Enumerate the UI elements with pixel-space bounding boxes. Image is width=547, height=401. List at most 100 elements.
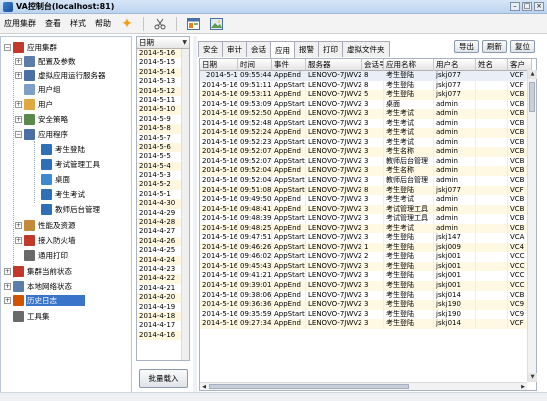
column-header[interactable]: 日期 — [200, 59, 238, 71]
table-row[interactable]: 2014-5-1609:27:34AppEndLENOVO-7JWVZV13考生… — [200, 319, 532, 329]
table-row[interactable]: 2014-5-1609:46:26AppStartLENOVO-7JWVZV11… — [200, 242, 532, 253]
tree-node-toolbox[interactable]: 工具集 — [13, 310, 51, 323]
refresh-button[interactable]: 刷新 — [482, 40, 507, 53]
column-header[interactable]: 会话号 — [362, 59, 384, 71]
scroll-left-icon[interactable]: ◀ — [200, 383, 208, 391]
table-row[interactable]: 2014-5-1609:35:59AppStartLENOVO-7JWVZV13… — [200, 309, 532, 320]
menu-item-cluster[interactable]: 应用集群 — [4, 18, 36, 29]
date-list-scrollbar[interactable] — [181, 49, 189, 360]
table-row[interactable]: 2014-5-1609:52:48AppStartLENOVO-7JWVZV13… — [200, 118, 532, 129]
tab-2[interactable]: 会话 — [246, 41, 271, 57]
window-icon[interactable] — [186, 17, 200, 31]
table-row[interactable]: 2014-5-1609:52:07AppStartLENOVO-7JWVZV13… — [200, 156, 532, 167]
table-row[interactable]: 2014-5-1609:52:04AppStartLENOVO-7JWVZV13… — [200, 176, 532, 186]
tree-node-firewall[interactable]: + 接入防火墙 — [15, 234, 77, 247]
reset-button[interactable]: 复位 — [510, 40, 535, 53]
table-row[interactable]: 2014-5-1609:55:44AppEndLENOVO-7JWVZV18考生… — [200, 71, 532, 81]
tab-5[interactable]: 打印 — [318, 41, 343, 57]
tree-node-cluster-status[interactable]: + 集群当前状态 — [4, 265, 73, 278]
table-row[interactable]: 2014-5-1609:53:11AppEndLENOVO-7JWVZV15考生… — [200, 90, 532, 100]
scroll-up-icon[interactable]: ▲ — [528, 70, 537, 79]
export-button[interactable]: 导出 — [454, 40, 479, 53]
tree-node-app-exam[interactable]: 考生考试 — [41, 188, 86, 201]
cut-icon[interactable] — [153, 17, 167, 31]
table-row[interactable]: 2014-5-1609:52:24AppEndLENOVO-7JWVZV13考生… — [200, 128, 532, 138]
close-button[interactable]: × — [534, 2, 544, 11]
table-row[interactable]: 2014-5-1609:52:23AppStartLENOVO-7JWVZV13… — [200, 137, 532, 148]
table-horizontal-scrollbar[interactable]: ◀ ▶ — [200, 382, 527, 390]
table-row[interactable]: 2014-5-1609:38:06AppEndLENOVO-7JWVZV13考生… — [200, 290, 532, 301]
table-row[interactable]: 2014-5-1609:52:04AppEndLENOVO-7JWVZV13考生… — [200, 166, 532, 177]
table-cell: 3 — [362, 309, 384, 320]
table-row[interactable]: 2014-5-1609:41:21AppStartLENOVO-7JWVZV13… — [200, 271, 532, 282]
expand-icon[interactable]: + — [15, 101, 22, 108]
tree-node-app-login[interactable]: 考生登陆 — [41, 143, 86, 156]
tab-1[interactable]: 审计 — [222, 41, 247, 57]
tab-3[interactable]: 应用 — [270, 41, 295, 58]
table-row[interactable]: 2014-5-1609:47:51AppStartLENOVO-7JWVZV13… — [200, 233, 532, 243]
tree-node-users[interactable]: + 用户 — [15, 98, 54, 111]
table-vertical-scrollbar[interactable]: ▲ ▼ — [527, 70, 537, 382]
menu-item-help[interactable]: 帮助 — [95, 18, 111, 29]
tree-node-security[interactable]: + 安全策略 — [15, 113, 69, 126]
expand-icon[interactable]: + — [15, 222, 22, 229]
tree-node-servers[interactable]: + 虚拟应用运行服务器 — [15, 69, 107, 82]
tree-node-applications[interactable]: − 应用程序 — [15, 128, 69, 141]
tree-node-printing[interactable]: 通用打印 — [24, 249, 69, 262]
tab-0[interactable]: 安全 — [198, 41, 223, 57]
expand-icon[interactable]: + — [15, 237, 22, 244]
tree-node-app-tool[interactable]: 考试管理工具 — [41, 158, 101, 171]
panel-splitter[interactable] — [193, 36, 197, 401]
collapse-icon[interactable]: − — [4, 44, 11, 51]
table-row[interactable]: 2014-5-1609:48:39AppStartLENOVO-7JWVZV13… — [200, 214, 532, 224]
tree-node-performance[interactable]: + 性能及资源 — [15, 219, 77, 232]
expand-icon[interactable]: + — [15, 58, 22, 65]
tree-node-network-status[interactable]: + 本地网络状态 — [4, 280, 73, 293]
table-row[interactable]: 2014-5-1609:52:50AppEndLENOVO-7JWVZV13考生… — [200, 109, 532, 119]
expand-icon[interactable]: + — [4, 283, 11, 290]
column-header[interactable]: 应用名称 — [384, 59, 434, 71]
table-row[interactable]: 2014-5-1609:53:09AppStartLENOVO-7JWVZV13… — [200, 99, 532, 110]
collapse-icon[interactable]: − — [15, 131, 22, 138]
tree-node-user-groups[interactable]: 用户组 — [24, 83, 62, 96]
image-icon[interactable] — [209, 17, 223, 31]
column-header[interactable]: 服务器 — [306, 59, 362, 71]
star-icon[interactable]: ✦ — [120, 17, 134, 31]
table-row[interactable]: 2014-5-1609:48:25AppEndLENOVO-7JWVZV13考生… — [200, 223, 532, 234]
tree-node-desktop[interactable]: 桌面 — [41, 173, 71, 186]
column-header[interactable]: 事件 — [272, 59, 306, 71]
scroll-down-icon[interactable]: ▼ — [528, 373, 537, 382]
tree-node-app-teacher[interactable]: 教师后台管理 — [41, 203, 101, 216]
menu-item-view[interactable]: 查看 — [45, 18, 61, 29]
column-header[interactable]: 时间 — [238, 59, 272, 71]
tree-node-config[interactable]: + 配置及参数 — [15, 55, 77, 68]
column-header[interactable]: 用户名 — [434, 59, 476, 71]
date-list-header[interactable]: 日期 ▼ — [137, 37, 189, 49]
scroll-thumb[interactable] — [209, 384, 409, 389]
table-row[interactable]: 2014-5-1609:51:11AppStartLENOVO-7JWVZV18… — [200, 80, 532, 91]
table-row[interactable]: 2014-5-1609:39:01AppEndLENOVO-7JWVZV13考生… — [200, 281, 532, 291]
scroll-right-icon[interactable]: ▶ — [519, 383, 527, 391]
minimize-button[interactable]: – — [510, 2, 520, 11]
batch-load-button[interactable]: 批量载入 — [139, 369, 188, 388]
expand-icon[interactable]: + — [4, 297, 11, 304]
tree-node-cluster[interactable]: − 应用集群 — [4, 41, 58, 54]
table-cell: LENOVO-7JWVZV1 — [308, 166, 362, 177]
expand-icon[interactable]: + — [15, 72, 22, 79]
table-row[interactable]: 2014-5-1609:36:36AppEndLENOVO-7JWVZV13考生… — [200, 300, 532, 310]
table-row[interactable]: 2014-5-1609:49:50AppEndLENOVO-7JWVZV13考生… — [200, 195, 532, 205]
tab-6[interactable]: 虚拟文件夹 — [342, 41, 390, 57]
tree-node-history-log[interactable]: + 历史日志 — [4, 294, 85, 307]
column-header[interactable]: 姓名 — [476, 59, 508, 71]
tab-4[interactable]: 报警 — [294, 41, 319, 57]
table-row[interactable]: 2014-5-1609:48:41AppEndLENOVO-7JWVZV13考试… — [200, 204, 532, 215]
table-row[interactable]: 2014-5-1609:45:43AppStartLENOVO-7JWVZV13… — [200, 261, 532, 272]
maximize-button[interactable]: □ — [522, 2, 532, 11]
expand-icon[interactable]: + — [4, 268, 11, 275]
table-row[interactable]: 2014-5-1609:51:08AppStartLENOVO-7JWVZV18… — [200, 185, 532, 196]
expand-icon[interactable]: + — [15, 116, 22, 123]
menu-item-style[interactable]: 样式 — [70, 18, 86, 29]
table-row[interactable]: 2014-5-1609:46:02AppStartLENOVO-7JWVZV12… — [200, 252, 532, 262]
scroll-thumb[interactable] — [529, 82, 535, 112]
table-row[interactable]: 2014-5-1609:52:07AppEndLENOVO-7JWVZV13考生… — [200, 147, 532, 157]
